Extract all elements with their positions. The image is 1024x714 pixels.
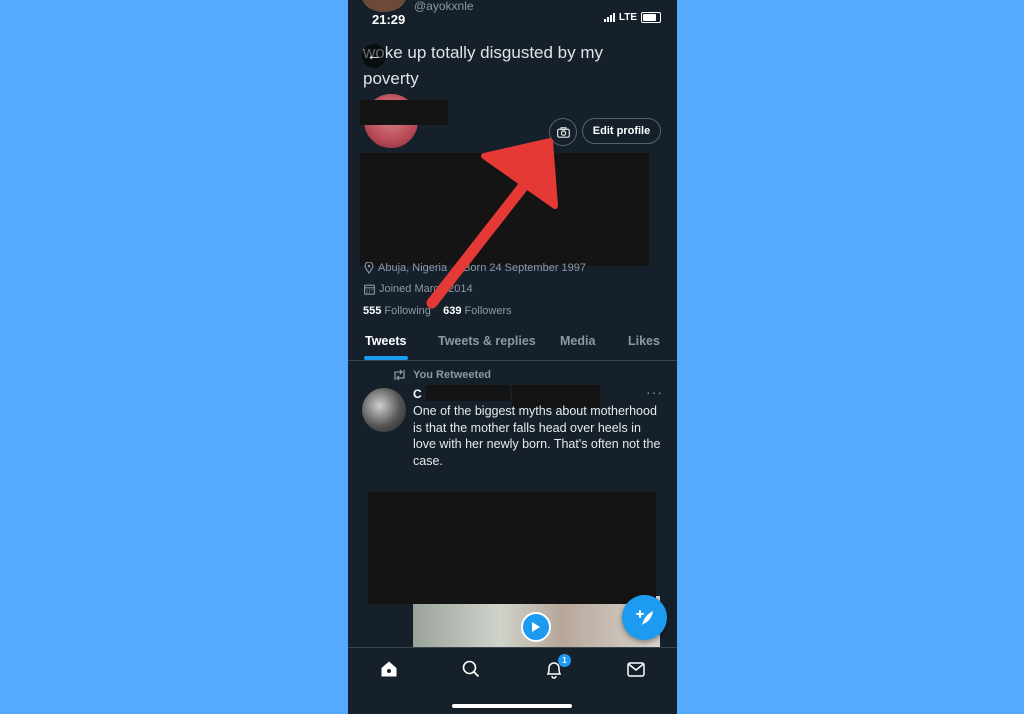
camera-icon	[556, 126, 570, 138]
following-link[interactable]: 555 Following	[363, 305, 431, 317]
active-tab-indicator	[364, 356, 408, 360]
tweet-author-initial[interactable]: C	[413, 387, 422, 401]
calendar-icon	[364, 284, 375, 295]
compose-tweet-button[interactable]	[622, 595, 667, 640]
profile-tabs: Tweets Tweets & replies Media Likes	[348, 326, 677, 361]
following-label: Following	[384, 305, 431, 317]
following-count: 555	[363, 305, 382, 317]
signal-icon	[603, 13, 615, 22]
notification-badge: 1	[558, 654, 571, 667]
followers-count: 639	[443, 305, 462, 317]
edit-profile-button[interactable]: Edit profile	[582, 118, 661, 144]
profile-meta-location: Abuja, Nigeria Born 24 September 1997	[364, 262, 586, 274]
home-indicator	[452, 704, 572, 708]
tweet-text: One of the biggest myths about motherhoo…	[413, 404, 661, 468]
tweet-author-avatar[interactable]	[362, 388, 406, 432]
profile-meta-joined: Joined March 2014	[364, 283, 473, 295]
search-icon[interactable]	[460, 658, 482, 680]
network-label: LTE	[618, 12, 637, 23]
redaction-block	[360, 153, 649, 266]
location-text: Abuja, Nigeria	[378, 262, 448, 274]
back-arrow-icon[interactable]: ←	[362, 44, 386, 68]
redaction-block	[368, 492, 656, 604]
mail-icon[interactable]	[625, 658, 647, 680]
tab-likes[interactable]: Likes	[628, 334, 660, 348]
play-button[interactable]	[521, 612, 551, 642]
retweet-icon	[394, 369, 405, 381]
joined-text: Joined March 2014	[379, 283, 473, 295]
born-text: Born 24 September 1997	[463, 262, 587, 274]
bottom-navigation: 1	[348, 647, 677, 714]
more-options-icon[interactable]: ···	[646, 384, 663, 400]
header-avatar	[362, 0, 406, 12]
camera-button[interactable]	[549, 118, 577, 146]
play-icon	[532, 622, 540, 632]
phone-screen: @ayokxnle 21:29 LTE woke up totally disg…	[348, 0, 677, 714]
location-pin-icon	[364, 262, 374, 274]
retweet-label: You Retweeted	[413, 369, 492, 381]
followers-label: Followers	[464, 305, 512, 317]
bio-heading: woke up totally disgusted by my poverty	[363, 43, 604, 88]
redaction-block	[360, 100, 448, 125]
compose-icon	[635, 609, 653, 626]
home-icon[interactable]	[378, 658, 400, 680]
tab-tweets[interactable]: Tweets	[365, 334, 406, 348]
battery-icon	[641, 12, 661, 23]
retweet-context: You Retweeted	[392, 369, 491, 381]
tab-media[interactable]: Media	[560, 334, 595, 348]
status-indicators: LTE	[603, 12, 661, 23]
profile-handle: @ayokxnle	[414, 0, 474, 13]
followers-link[interactable]: 639 Followers	[443, 305, 512, 317]
status-time: 21:29	[372, 12, 406, 27]
redaction-block	[426, 385, 510, 401]
follow-stats: 555 Following 639 Followers	[363, 305, 512, 317]
tab-tweets-replies[interactable]: Tweets & replies	[438, 334, 536, 348]
